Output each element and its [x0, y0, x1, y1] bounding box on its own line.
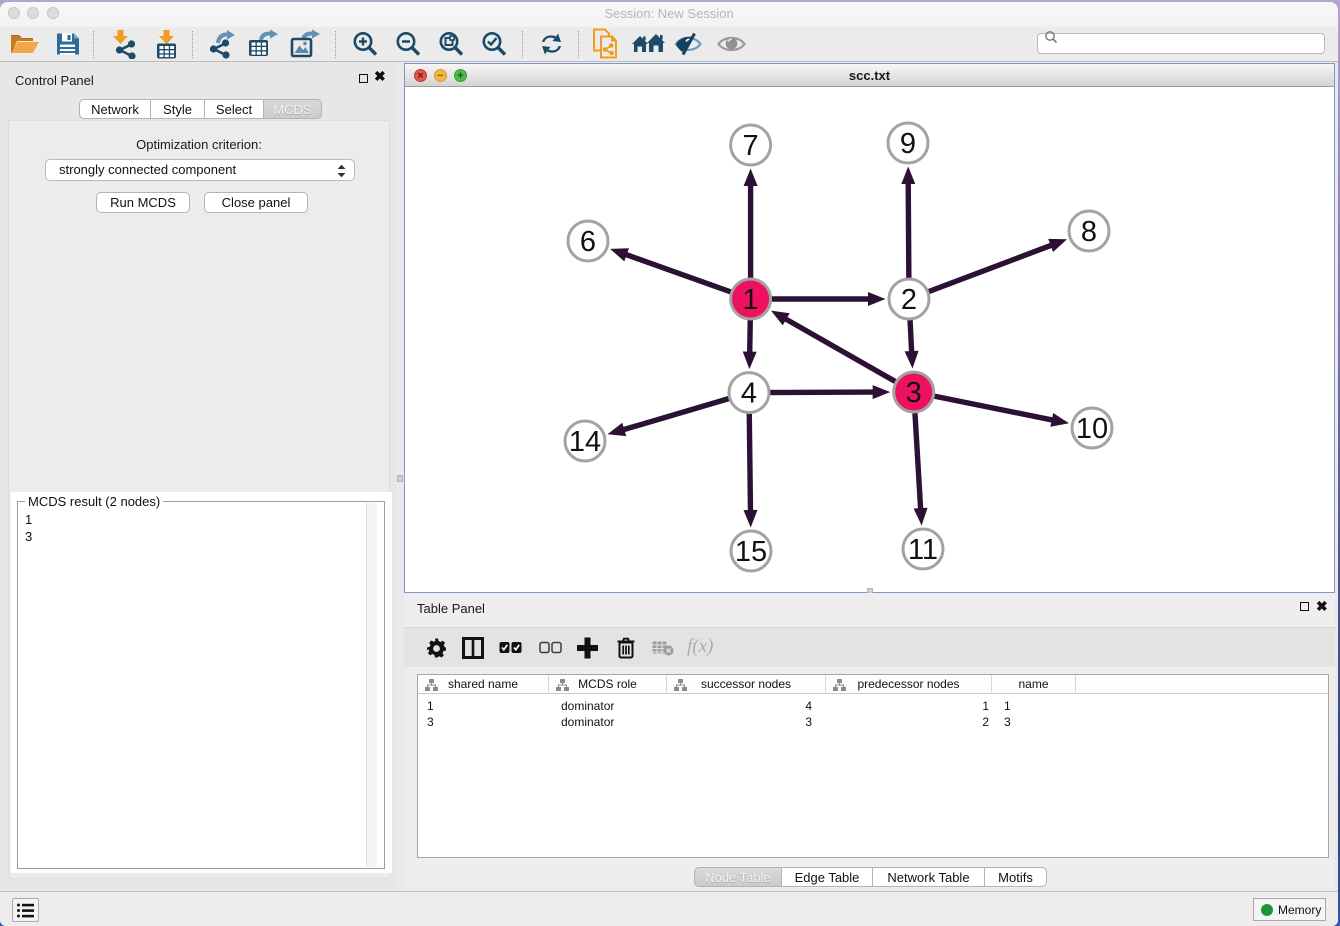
svg-text:11: 11 [908, 534, 938, 566]
svg-text:15: 15 [735, 536, 767, 568]
svg-text:6: 6 [580, 226, 596, 258]
svg-text:3: 3 [906, 377, 922, 409]
svg-text:9: 9 [900, 128, 916, 160]
svg-text:2: 2 [901, 284, 917, 316]
svg-text:7: 7 [743, 130, 759, 162]
svg-text:10: 10 [1076, 413, 1108, 445]
svg-text:1: 1 [743, 284, 759, 316]
svg-text:14: 14 [569, 426, 601, 458]
svg-text:4: 4 [741, 378, 757, 410]
svg-text:8: 8 [1081, 216, 1097, 248]
